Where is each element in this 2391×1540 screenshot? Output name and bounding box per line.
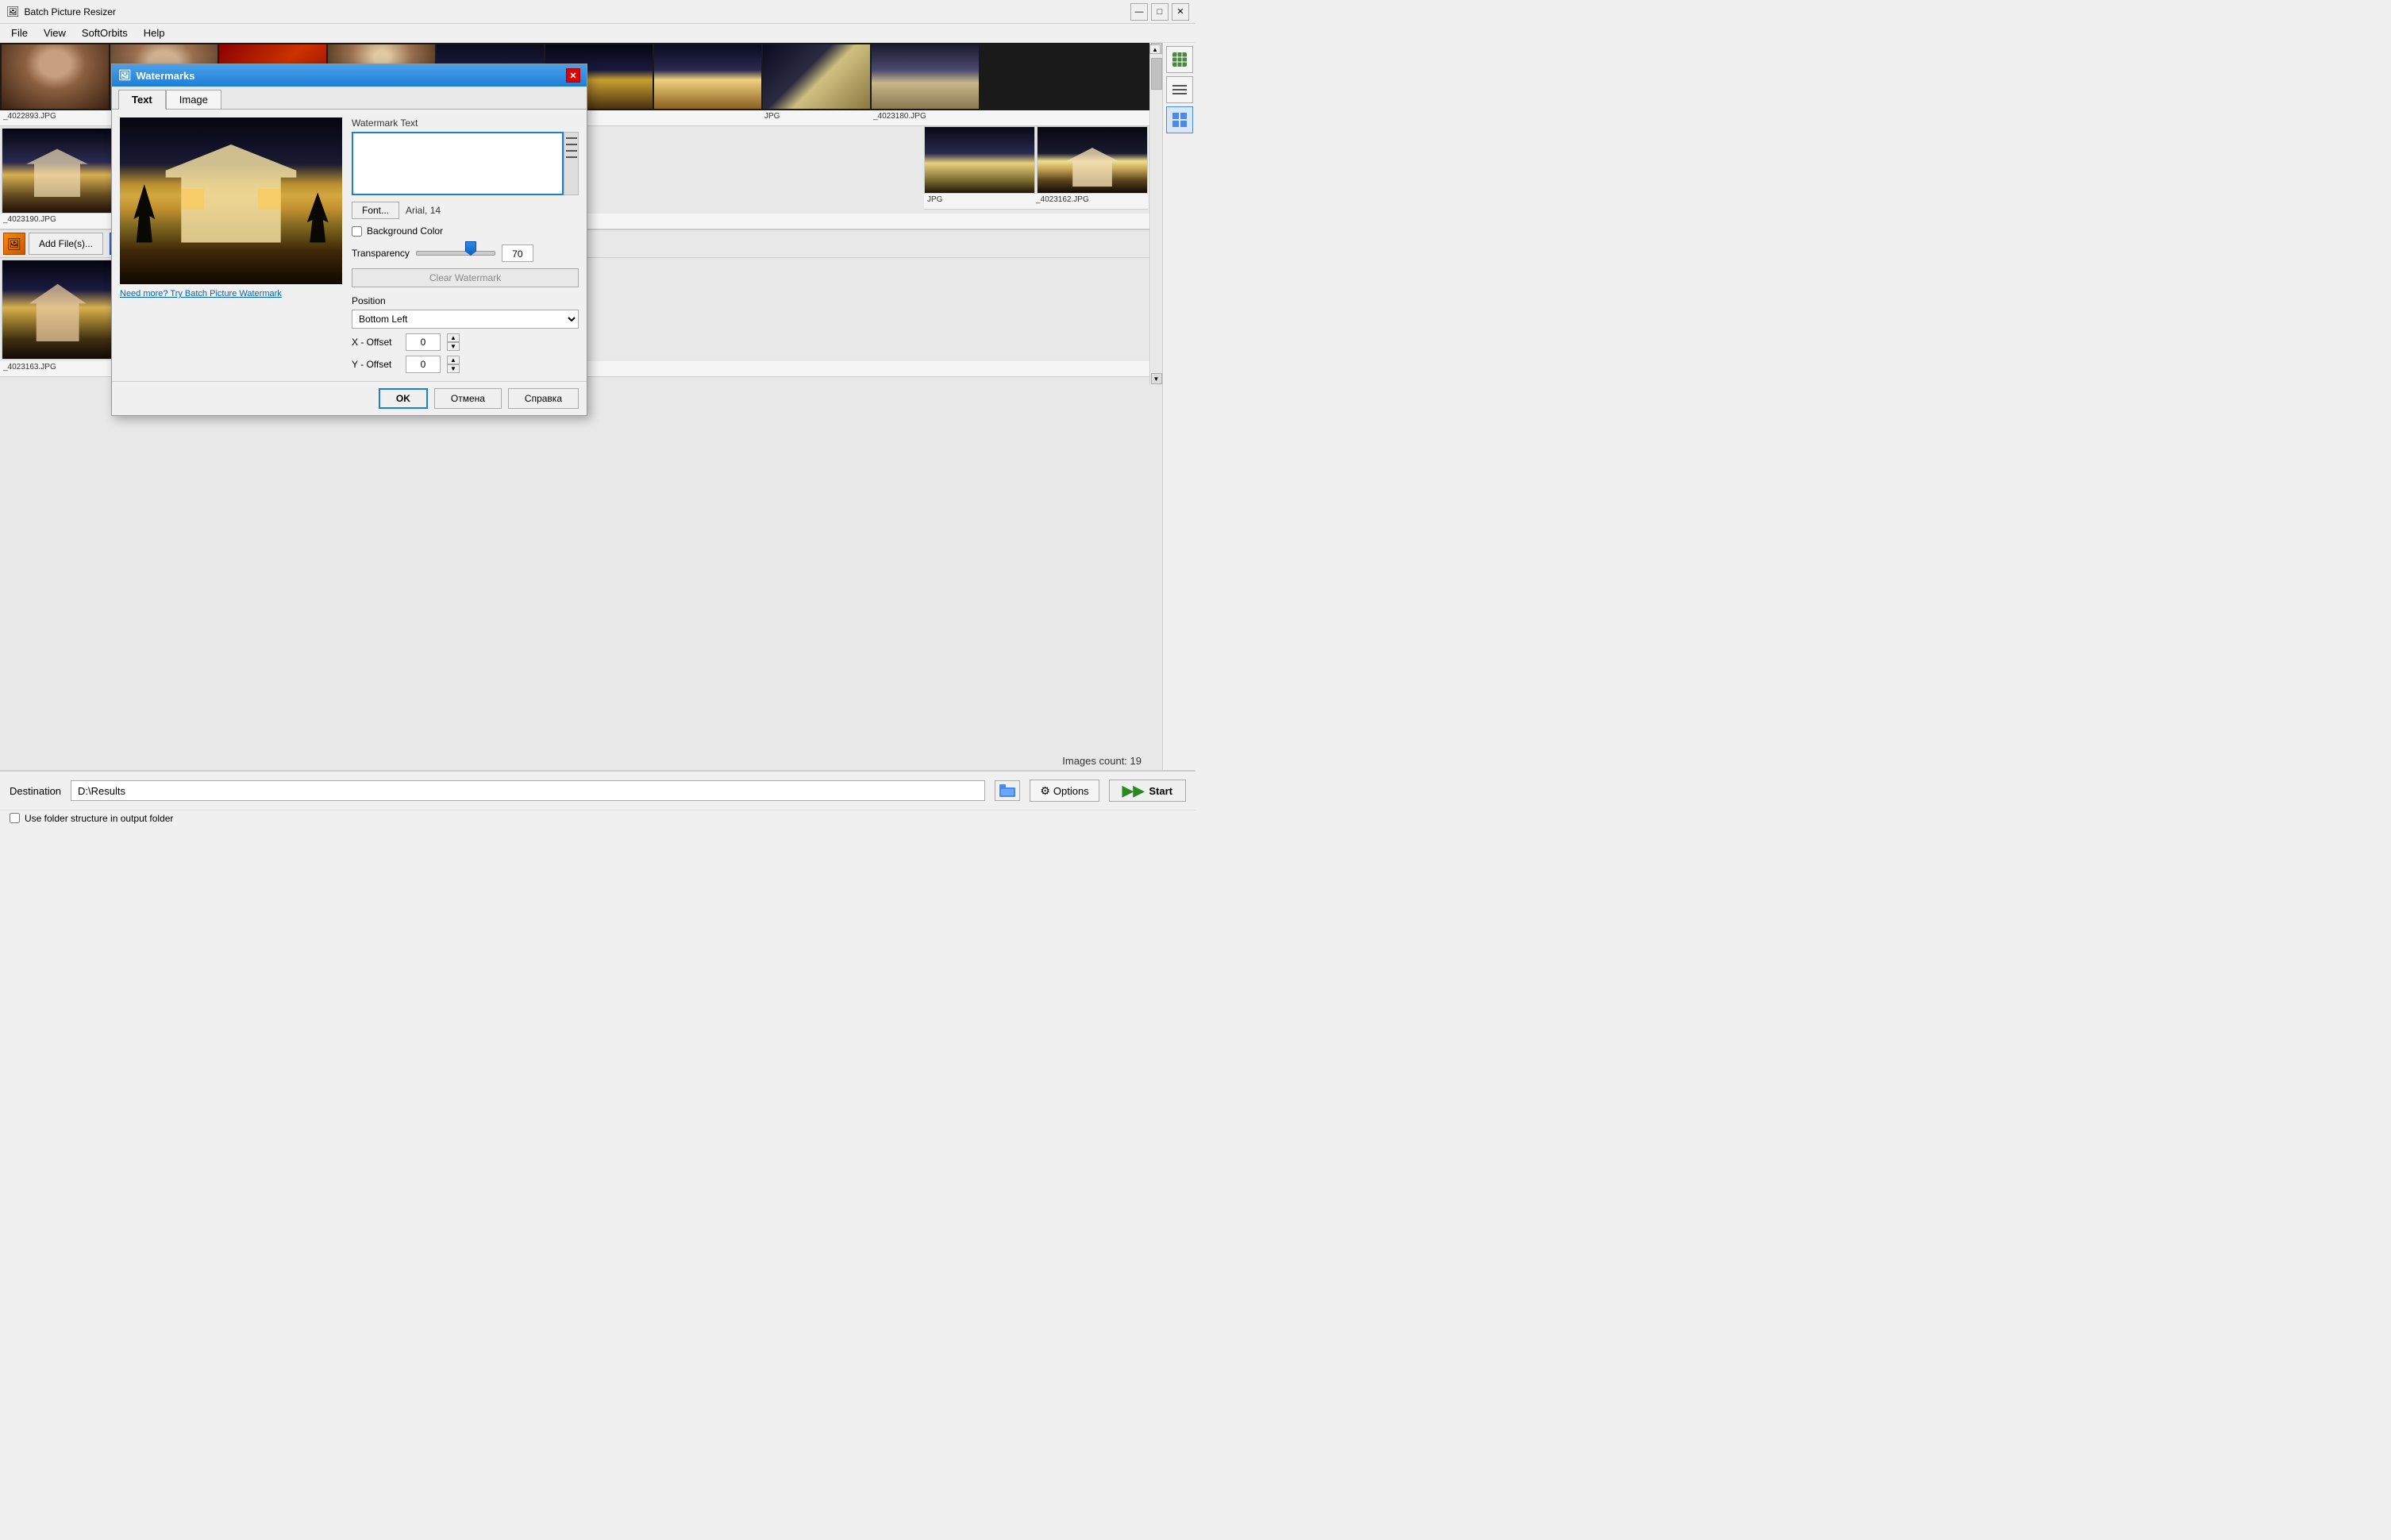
checkbox-row: Use folder structure in output folder (0, 810, 1196, 826)
dialog-title: Watermarks (137, 70, 195, 82)
start-arrow-icon: ▶▶ (1122, 783, 1145, 799)
x-offset-input[interactable] (406, 333, 441, 351)
dialog-tabs: Text Image (112, 87, 587, 110)
font-info: Arial, 14 (406, 205, 441, 216)
folder-structure-label: Use folder structure in output folder (25, 813, 173, 824)
dialog-overlay: 🖼 Watermarks ✕ Text Image (0, 0, 1196, 770)
watermark-text-label: Watermark Text (352, 117, 579, 129)
position-select[interactable]: Top LeftTop CenterTop RightMiddle LeftMi… (352, 310, 579, 329)
format-line2 (566, 144, 577, 145)
y-offset-input[interactable] (406, 356, 441, 373)
watermarks-dialog: 🖼 Watermarks ✕ Text Image (111, 64, 587, 416)
start-button[interactable]: ▶▶ Start (1109, 780, 1186, 802)
bg-color-label: Background Color (367, 225, 443, 237)
transparency-slider[interactable] (416, 246, 495, 260)
transparency-label: Transparency (352, 248, 410, 259)
bg-color-checkbox[interactable] (352, 226, 362, 237)
position-section: Position Top LeftTop CenterTop RightMidd… (352, 295, 579, 329)
format-line4 (566, 156, 577, 158)
y-offset-row: Y - Offset ▲ ▼ (352, 356, 579, 373)
x-offset-row: X - Offset ▲ ▼ (352, 333, 579, 351)
watermarks-icon: 🖼 (118, 69, 132, 82)
font-button[interactable]: Font... (352, 202, 399, 219)
text-format-toolbar (564, 132, 579, 195)
x-offset-down[interactable]: ▼ (447, 342, 460, 351)
transparency-row: Transparency 70 (352, 244, 579, 262)
y-offset-down[interactable]: ▼ (447, 364, 460, 373)
start-label: Start (1149, 785, 1172, 797)
format-line3 (566, 150, 577, 152)
cancel-button[interactable]: Отмена (434, 388, 502, 409)
format-line1 (566, 137, 577, 139)
dialog-body: Need more? Try Batch Picture Watermark W… (112, 110, 587, 381)
gear-icon: ⚙ (1040, 784, 1050, 798)
folder-structure-checkbox[interactable] (10, 813, 20, 823)
position-label: Position (352, 295, 579, 306)
destination-label: Destination (10, 785, 61, 797)
y-offset-label: Y - Offset (352, 359, 399, 370)
destination-input[interactable] (71, 780, 985, 801)
x-offset-up[interactable]: ▲ (447, 333, 460, 342)
watermark-textarea[interactable] (352, 132, 564, 195)
bottom-bar: Destination ⚙ Options ▶▶ Start (0, 770, 1196, 810)
ok-button[interactable]: OK (379, 388, 428, 409)
transparency-value[interactable]: 70 (502, 244, 533, 262)
preview-image (120, 117, 342, 284)
dialog-footer: OK Отмена Справка (112, 381, 587, 415)
dialog-controls: Watermark Text Font... Arial, 14 (352, 117, 579, 373)
dialog-titlebar: 🖼 Watermarks ✕ (112, 64, 587, 87)
x-offset-label: X - Offset (352, 337, 399, 348)
bg-color-row: Background Color (352, 225, 579, 237)
tab-text[interactable]: Text (118, 90, 166, 110)
slider-track (416, 251, 495, 256)
options-button[interactable]: ⚙ Options (1030, 780, 1099, 802)
font-row: Font... Arial, 14 (352, 202, 579, 219)
dialog-close-button[interactable]: ✕ (566, 68, 580, 83)
batch-watermark-link[interactable]: Need more? Try Batch Picture Watermark (120, 289, 342, 298)
help-button[interactable]: Справка (508, 388, 579, 409)
y-offset-up[interactable]: ▲ (447, 356, 460, 364)
dialog-preview: Need more? Try Batch Picture Watermark (120, 117, 342, 373)
options-label: Options (1053, 785, 1089, 797)
x-offset-spinner: ▲ ▼ (447, 333, 460, 351)
browse-button[interactable] (995, 780, 1020, 801)
clear-watermark-button[interactable]: Clear Watermark (352, 268, 579, 287)
tab-image[interactable]: Image (166, 90, 221, 109)
y-offset-spinner: ▲ ▼ (447, 356, 460, 373)
